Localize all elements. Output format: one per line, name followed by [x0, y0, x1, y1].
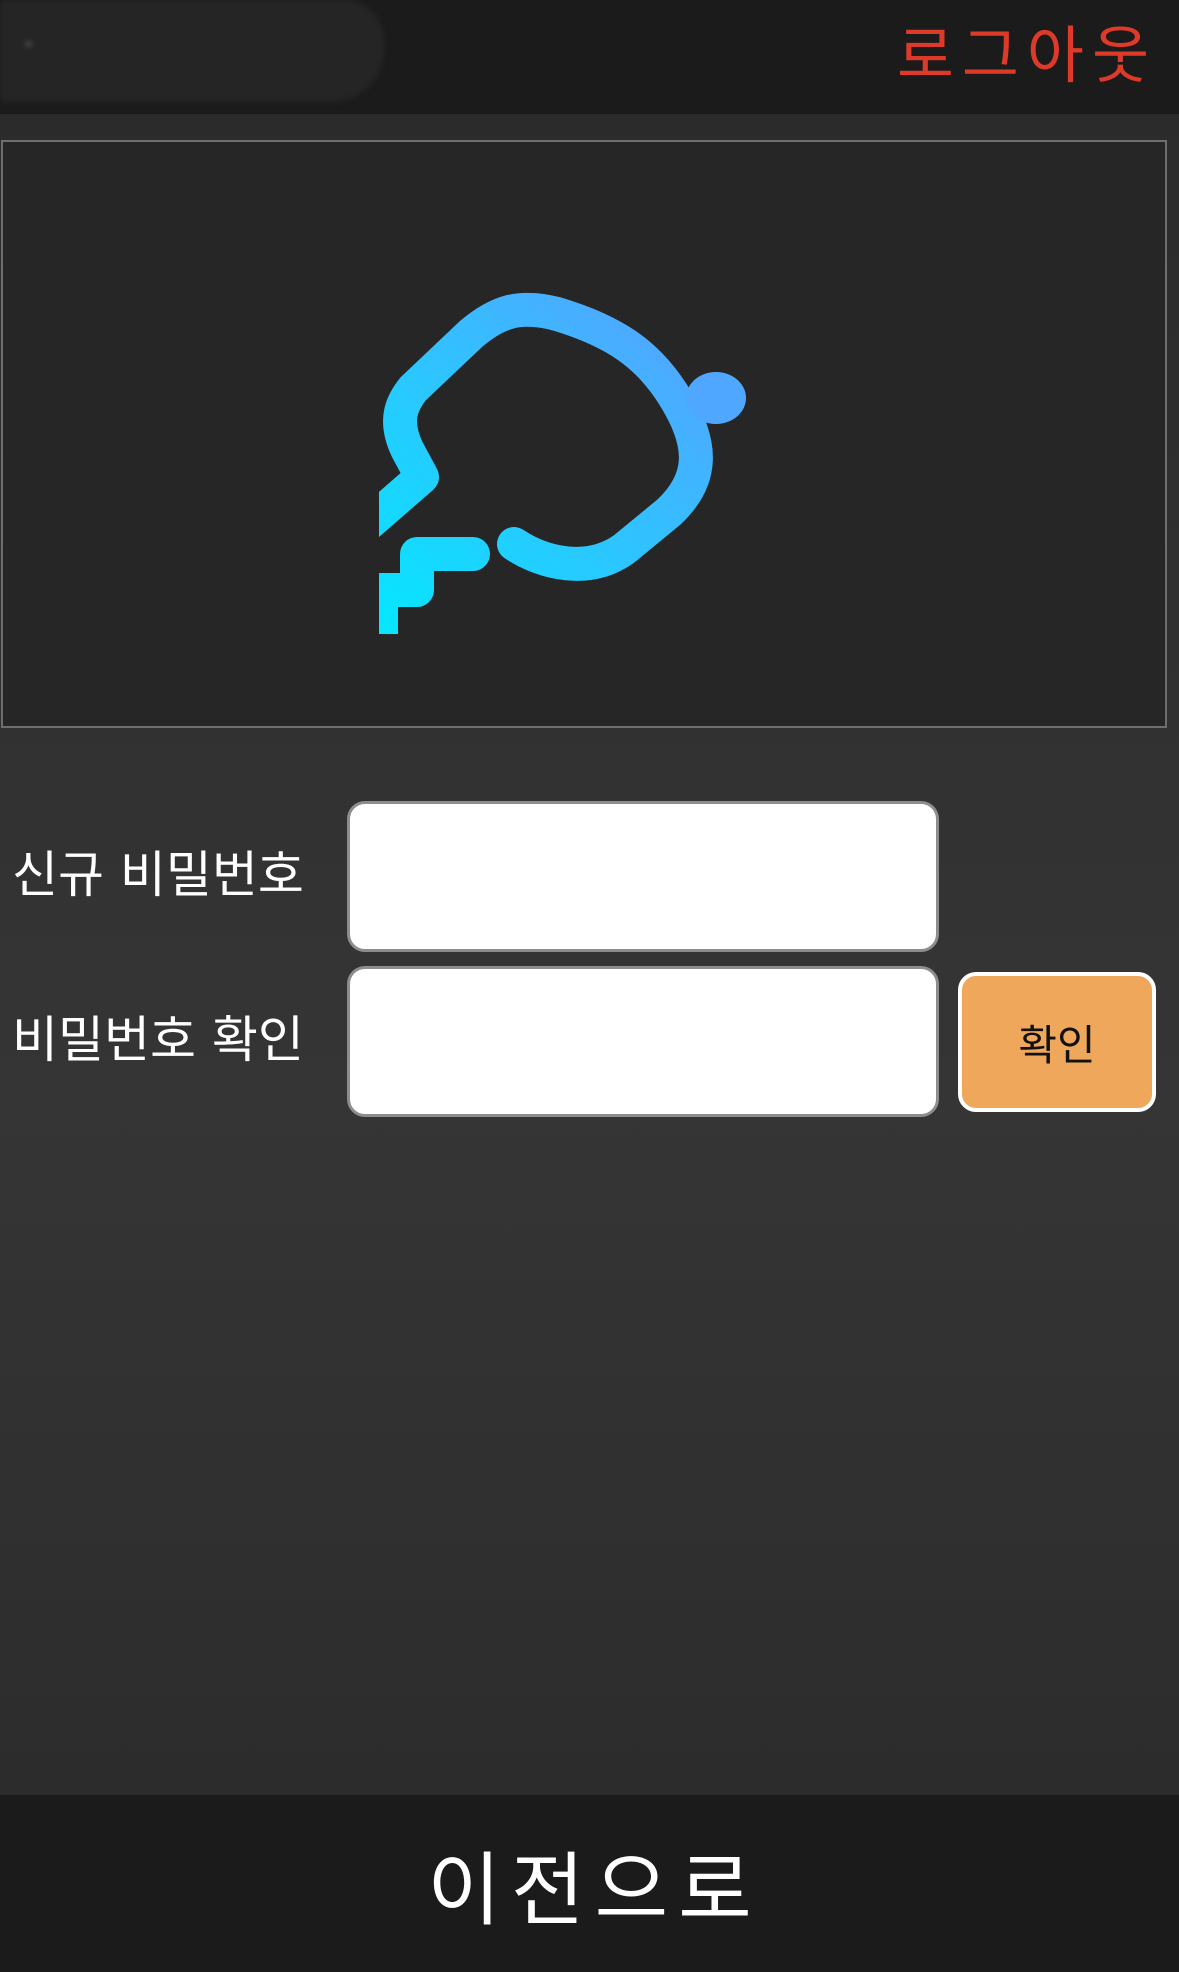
blurred-user-info	[0, 0, 384, 102]
confirm-password-label: 비밀번호 확인	[12, 1011, 304, 1069]
key-icon	[379, 292, 746, 634]
new-password-input[interactable]	[347, 801, 939, 952]
hero-panel	[1, 140, 1167, 728]
logout-button[interactable]: 로그아웃	[897, 16, 1157, 96]
top-bar: 로그아웃	[0, 0, 1179, 114]
key-hole	[686, 372, 746, 424]
confirm-password-input[interactable]	[347, 966, 939, 1117]
back-button[interactable]: 이전으로	[0, 1795, 1179, 1972]
blurred-user-mark	[26, 43, 31, 45]
back-button-label: 이전으로	[427, 1843, 762, 1937]
confirm-button[interactable]: 확인	[958, 972, 1156, 1112]
new-password-label: 신규 비밀번호	[12, 846, 304, 904]
